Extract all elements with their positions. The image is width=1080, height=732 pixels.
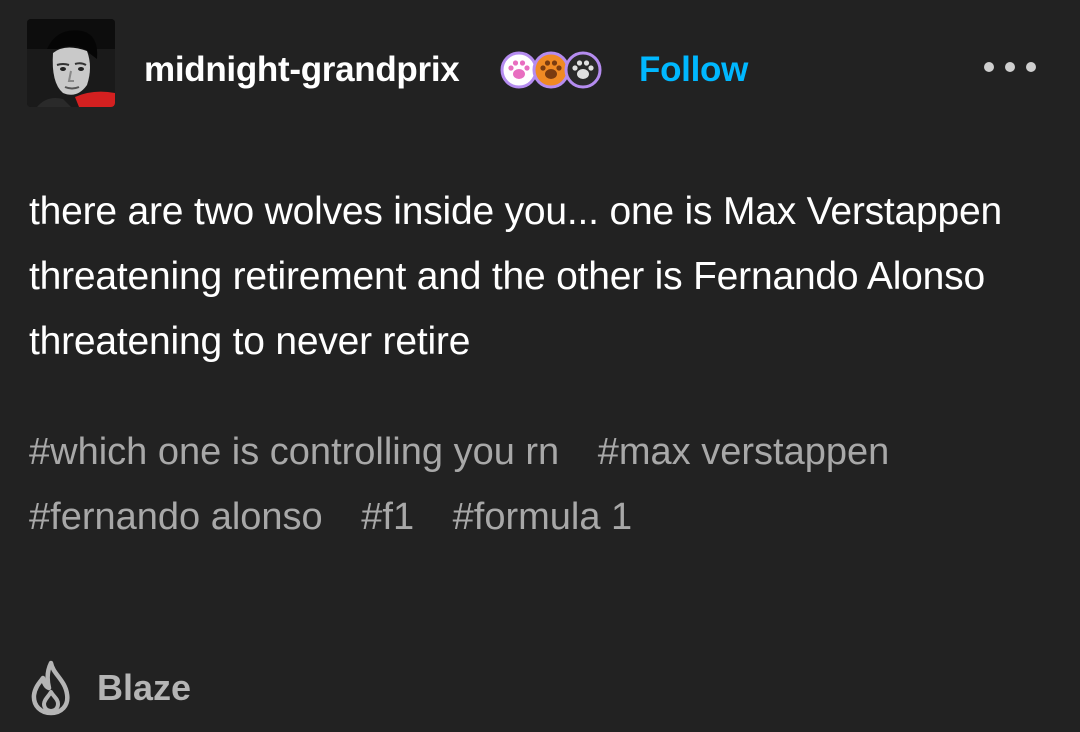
- paw-print-icon[interactable]: [564, 51, 602, 89]
- username[interactable]: midnight-grandprix: [144, 48, 460, 92]
- blaze-label: Blaze: [97, 667, 192, 708]
- post-card: midnight-grandprix Follow there are two …: [0, 0, 1080, 732]
- dot: [984, 62, 994, 72]
- avatar[interactable]: [27, 19, 115, 107]
- tag-link[interactable]: #formula 1: [453, 485, 633, 550]
- more-options-icon[interactable]: [984, 56, 1036, 78]
- tag-link[interactable]: #which one is controlling you rn: [29, 420, 559, 485]
- dot: [1005, 62, 1015, 72]
- blaze-button[interactable]: Blaze: [27, 658, 191, 718]
- dot: [1026, 62, 1036, 72]
- user-badges: [500, 51, 602, 89]
- tag-link[interactable]: #f1: [361, 485, 414, 550]
- flame-icon: [27, 660, 75, 716]
- tag-list: #which one is controlling you rn #max ve…: [29, 420, 1069, 550]
- follow-button[interactable]: Follow: [639, 48, 748, 92]
- tag-link[interactable]: #fernando alonso: [29, 485, 323, 550]
- post-text: there are two wolves inside you... one i…: [29, 190, 1002, 363]
- tag-link[interactable]: #max verstappen: [598, 420, 890, 485]
